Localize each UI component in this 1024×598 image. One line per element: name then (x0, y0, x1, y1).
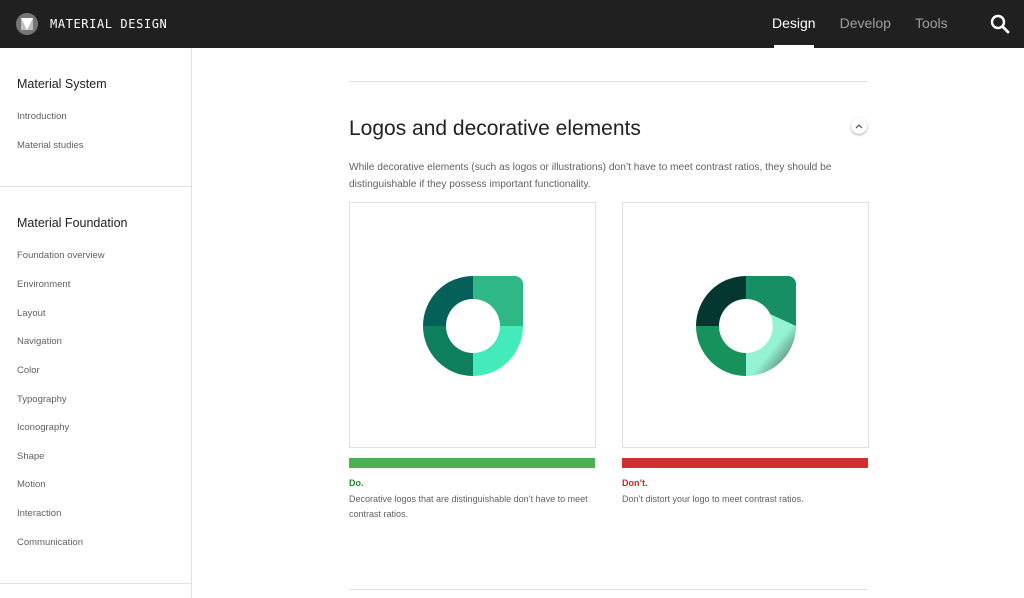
collapse-section-button[interactable] (851, 118, 867, 134)
sidebar-item-interaction[interactable]: Interaction (17, 508, 61, 519)
do-indicator-bar (349, 458, 595, 468)
do-logo-illustration (423, 276, 523, 376)
sidebar-item-material-studies[interactable]: Material studies (17, 140, 84, 151)
sidebar-item-environment[interactable]: Environment (17, 279, 70, 290)
sidebar-divider (0, 583, 191, 584)
do-caption: Decorative logos that are distinguishabl… (349, 494, 588, 519)
section-title: Logos and decorative elements (349, 117, 641, 140)
search-icon (990, 14, 1010, 34)
tab-tools[interactable]: Tools (903, 0, 960, 48)
sidebar-item-motion[interactable]: Motion (17, 479, 46, 490)
section-divider (349, 81, 868, 82)
sidebar-heading-material-foundation[interactable]: Material Foundation (17, 216, 127, 230)
brand[interactable]: MATERIAL DESIGN (16, 12, 167, 36)
sidebar-item-foundation-overview[interactable]: Foundation overview (17, 250, 105, 261)
section-divider (349, 589, 868, 590)
sidebar-heading-material-system[interactable]: Material System (17, 77, 107, 91)
tab-develop[interactable]: Develop (828, 0, 903, 48)
sidebar-item-iconography[interactable]: Iconography (17, 422, 69, 433)
sidebar-nav: Material System Introduction Material st… (0, 48, 192, 598)
material-logo-icon (16, 13, 38, 35)
top-app-bar: MATERIAL DESIGN Design Develop Tools (0, 0, 1024, 48)
section-body-text: While decorative elements (such as logos… (349, 162, 832, 190)
sidebar-item-introduction[interactable]: Introduction (17, 111, 67, 122)
dont-indicator-bar (622, 458, 868, 468)
sidebar-item-color[interactable]: Color (17, 365, 40, 376)
sidebar-item-shape[interactable]: Shape (17, 451, 44, 462)
tab-design[interactable]: Design (760, 0, 828, 48)
do-label: Do. (349, 478, 364, 488)
dont-logo-illustration (696, 276, 796, 376)
sidebar-divider (0, 186, 191, 187)
brand-title: MATERIAL DESIGN (50, 17, 168, 31)
search-button[interactable] (986, 10, 1014, 38)
sidebar-item-navigation[interactable]: Navigation (17, 336, 62, 347)
sidebar-item-typography[interactable]: Typography (17, 394, 67, 405)
dont-label: Don’t. (622, 478, 648, 488)
dont-example-card (622, 202, 869, 448)
main-content: Logos and decorative elements While deco… (192, 48, 1024, 598)
chevron-up-icon (855, 124, 863, 129)
dont-caption: Don’t distort your logo to meet contrast… (622, 494, 804, 504)
do-example-card (349, 202, 596, 448)
top-nav-tabs: Design Develop Tools (760, 0, 960, 48)
sidebar-item-layout[interactable]: Layout (17, 308, 46, 319)
sidebar-item-communication[interactable]: Communication (17, 537, 83, 548)
